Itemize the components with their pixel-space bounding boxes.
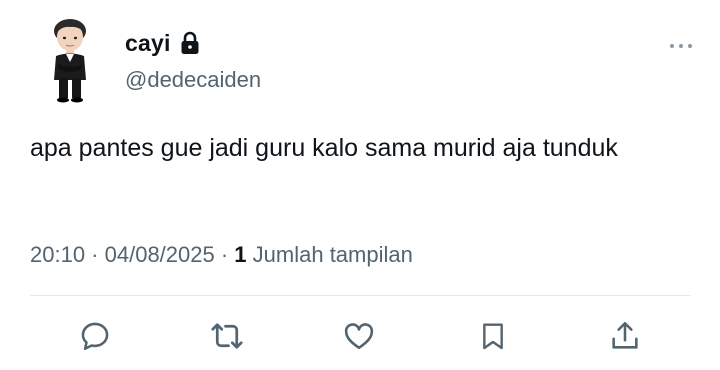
more-options-icon[interactable] bbox=[668, 36, 694, 56]
share-icon bbox=[612, 321, 638, 349]
author-display-name[interactable]: cayi bbox=[125, 30, 171, 57]
tweet-text: apa pantes gue jadi guru kalo sama murid… bbox=[30, 134, 618, 162]
tweet-meta: 20:10 · 04/08/2025 · 1 Jumlah tampilan bbox=[30, 242, 413, 268]
bookmark-icon bbox=[483, 323, 503, 350]
lock-icon bbox=[179, 31, 201, 55]
tweet-date[interactable]: 04/08/2025 bbox=[105, 242, 215, 267]
profile-avatar-icon bbox=[54, 19, 86, 103]
avatar[interactable] bbox=[40, 14, 100, 104]
retweet-button[interactable] bbox=[207, 316, 247, 356]
views-label: Jumlah tampilan bbox=[246, 242, 413, 267]
retweet-icon bbox=[211, 323, 243, 349]
like-button[interactable] bbox=[339, 316, 379, 356]
heart-icon bbox=[344, 323, 374, 350]
reply-button[interactable] bbox=[75, 316, 115, 356]
tweet-time[interactable]: 20:10 bbox=[30, 242, 85, 267]
meta-separator: · bbox=[85, 242, 105, 267]
share-button[interactable] bbox=[605, 316, 645, 356]
reply-icon bbox=[81, 322, 109, 351]
meta-separator: · bbox=[214, 242, 235, 267]
author-name-row: cayi bbox=[125, 30, 201, 57]
bookmark-button[interactable] bbox=[473, 316, 513, 356]
action-bar bbox=[0, 316, 720, 360]
tweet-detail: cayi @dedecaiden apa pantes gue jadi gur… bbox=[0, 0, 720, 370]
divider bbox=[30, 295, 691, 296]
views-count: 1 bbox=[234, 242, 247, 267]
author-handle[interactable]: @dedecaiden bbox=[125, 67, 261, 93]
